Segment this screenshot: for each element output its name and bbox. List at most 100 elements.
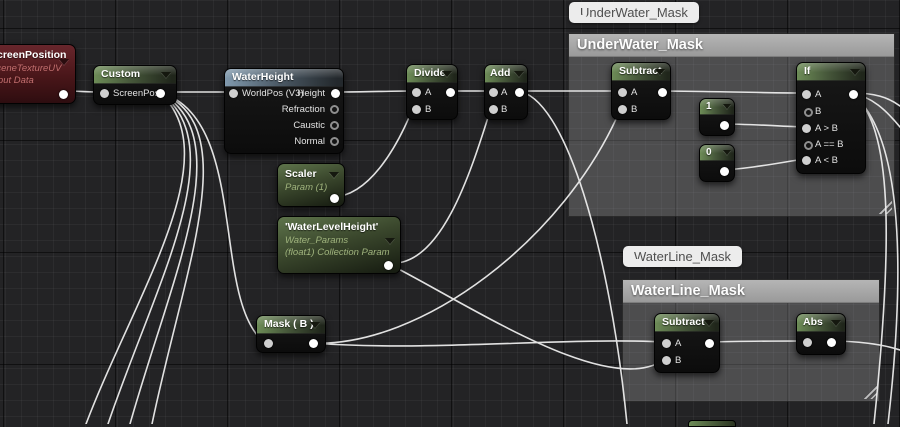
pin-label: B <box>425 104 431 115</box>
node-subtitle: Param (1) <box>278 182 344 194</box>
chevron-down-icon[interactable] <box>723 104 731 109</box>
wire <box>312 341 665 346</box>
chevron-down-icon[interactable] <box>310 322 320 328</box>
pin-label: A <box>675 338 681 349</box>
chevron-down-icon[interactable] <box>831 320 841 326</box>
chevron-down-icon[interactable] <box>329 172 339 178</box>
node-abs[interactable]: Abs <box>796 313 846 355</box>
input-pin-a-gt-b[interactable] <box>802 124 811 133</box>
node-subtract-underwater[interactable]: Subtract A B <box>611 62 671 120</box>
input-pin[interactable] <box>264 339 273 348</box>
output-pin[interactable] <box>384 261 393 270</box>
node-custom[interactable]: Custom ScreenPos <box>93 65 177 105</box>
output-pin[interactable] <box>658 88 667 97</box>
chevron-down-icon[interactable] <box>850 69 860 75</box>
input-pin-a[interactable] <box>802 90 811 99</box>
pin-label: Height <box>298 88 325 99</box>
material-graph-canvas[interactable]: { "comments": { "underwater": { "title":… <box>0 0 900 424</box>
chevron-down-icon[interactable] <box>161 72 171 78</box>
wire <box>517 91 627 424</box>
chevron-down-icon[interactable] <box>514 71 524 77</box>
chevron-down-icon[interactable] <box>723 150 731 155</box>
input-pin[interactable] <box>803 338 812 347</box>
node-title: WaterHeight <box>232 71 293 83</box>
tooltip-underwater-mask: UnderWater_Mask <box>569 2 699 23</box>
pin-label: B <box>631 104 637 115</box>
output-pin[interactable] <box>330 194 339 203</box>
node-subtitle: (float1) Collection Param <box>278 247 400 259</box>
input-pin-b[interactable] <box>618 105 627 114</box>
chevron-down-icon[interactable] <box>655 69 665 75</box>
pin-label: B <box>675 355 681 366</box>
node-if[interactable]: If A B A > B A == B A < B <box>796 62 866 174</box>
output-pin[interactable] <box>515 88 524 97</box>
pin-label: A <box>501 87 507 98</box>
node-title: Subtract <box>662 316 705 328</box>
node-divide[interactable]: Divide A B <box>406 64 458 120</box>
pin-label: A <box>815 89 821 100</box>
output-pin-normal[interactable] <box>330 137 339 146</box>
input-pin-a-eq-b[interactable] <box>804 141 813 150</box>
pin-label: Caustic <box>293 120 325 131</box>
pin-label: A <box>631 87 637 98</box>
output-pin-caustic[interactable] <box>330 121 339 130</box>
output-pin-refraction[interactable] <box>330 105 339 114</box>
input-pin-screenpos[interactable] <box>100 89 109 98</box>
node-add[interactable]: Add A B <box>484 64 528 120</box>
node-title: Divide <box>414 67 446 79</box>
node-title: If <box>804 65 810 77</box>
output-pin[interactable] <box>720 167 729 176</box>
chevron-down-icon[interactable] <box>59 59 69 65</box>
node-scaler[interactable]: Scaler Param (1) <box>277 163 345 207</box>
node-subtract-waterline[interactable]: Subtract A B <box>654 313 720 373</box>
wire <box>661 91 804 93</box>
wire <box>108 92 190 424</box>
chevron-down-icon[interactable] <box>704 320 714 326</box>
output-pin[interactable] <box>705 339 714 348</box>
pin-label: A <box>425 87 431 98</box>
output-pin[interactable] <box>720 121 729 130</box>
node-mask-b[interactable]: Mask ( B ) <box>256 315 326 353</box>
pin-label: A < B <box>815 155 838 166</box>
chevron-down-icon[interactable] <box>442 71 452 77</box>
output-pin[interactable] <box>156 89 165 98</box>
chevron-down-icon[interactable] <box>385 238 395 244</box>
input-pin-a[interactable] <box>412 88 421 97</box>
output-pin-height[interactable] <box>331 89 340 98</box>
node-title: Custom <box>101 68 140 80</box>
node-title: 1 <box>706 101 712 112</box>
output-pin[interactable] <box>309 339 318 348</box>
node-water-height[interactable]: WaterHeight WorldPos (V3) Height Refract… <box>224 68 344 154</box>
input-pin-a[interactable] <box>662 339 671 348</box>
input-pin-b[interactable] <box>804 108 813 117</box>
pin-label: B <box>501 104 507 115</box>
node-constant-one[interactable]: 1 <box>699 98 735 136</box>
output-pin[interactable] <box>849 90 858 99</box>
wire <box>337 91 413 92</box>
input-pin-b[interactable] <box>412 105 421 114</box>
input-pin-a-lt-b[interactable] <box>802 156 811 165</box>
output-pin[interactable] <box>446 88 455 97</box>
output-pin[interactable] <box>59 90 68 99</box>
node-title: 0 <box>706 147 712 158</box>
node-title: Mask ( B ) <box>264 318 314 330</box>
node-title: Add <box>490 67 510 79</box>
wire <box>387 263 665 369</box>
node-constant-zero[interactable]: 0 <box>699 144 735 182</box>
node-water-level-height[interactable]: 'WaterLevelHeight' Water_Params (float1)… <box>277 216 401 274</box>
input-pin-b[interactable] <box>662 356 671 365</box>
wire <box>152 92 203 424</box>
pin-label: A > B <box>815 123 838 134</box>
pin-label: A == B <box>815 139 844 150</box>
pin-label: WorldPos (V3) <box>242 88 304 99</box>
node-screen-position[interactable]: ScreenPosition SceneTextureUV Input Data <box>0 44 76 104</box>
input-pin-worldpos[interactable] <box>229 89 238 98</box>
output-pin[interactable] <box>827 338 836 347</box>
input-pin-b[interactable] <box>489 105 498 114</box>
wire <box>333 108 413 197</box>
node-title: 'WaterLevelHeight' <box>278 217 400 235</box>
tooltip-waterline-mask: WaterLine_Mask <box>623 246 742 267</box>
pin-label: B <box>815 106 821 117</box>
input-pin-a[interactable] <box>489 88 498 97</box>
input-pin-a[interactable] <box>618 88 627 97</box>
